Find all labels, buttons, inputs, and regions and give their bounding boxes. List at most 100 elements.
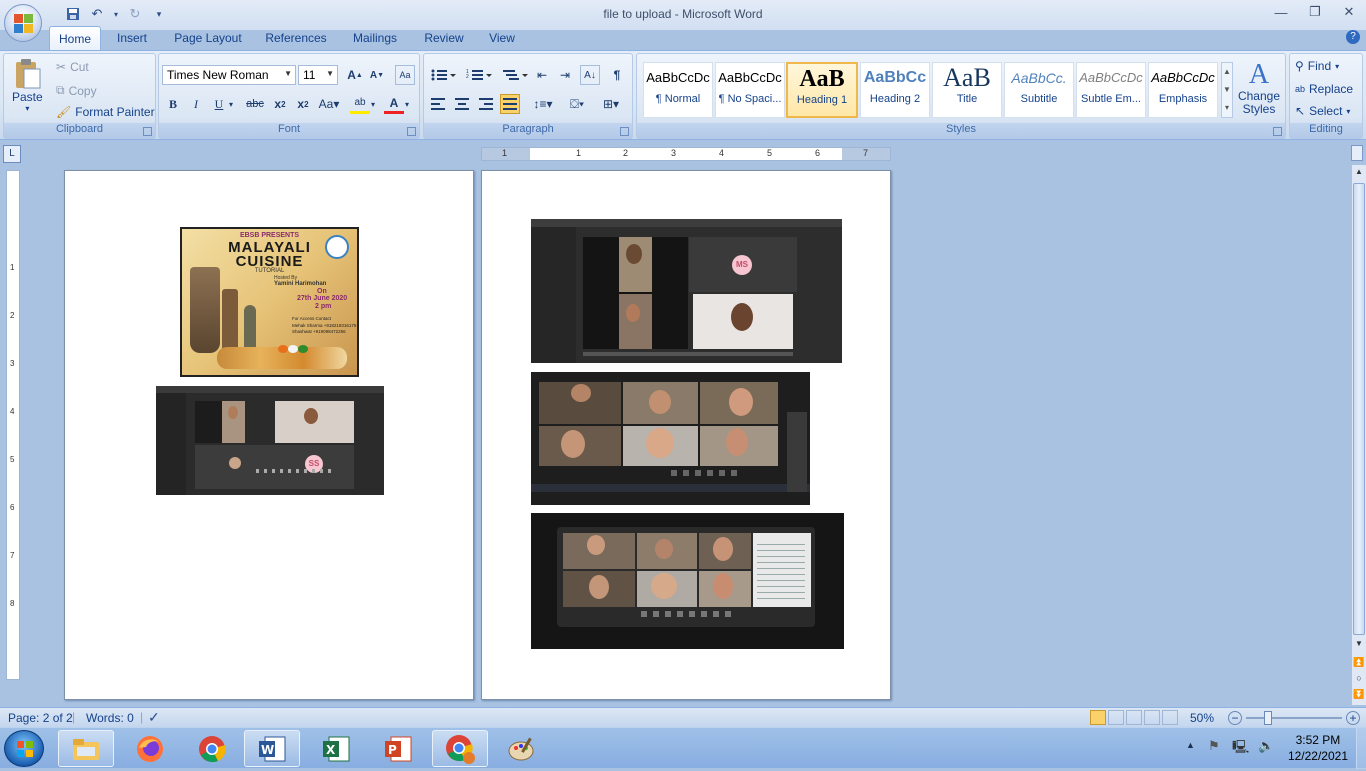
page-count[interactable]: Page: 2 of 2 [8,711,73,725]
format-painter-button[interactable]: 🖌 Format Painter [56,105,155,119]
clipboard-launcher-icon[interactable] [143,127,152,136]
help-icon[interactable]: ? [1346,30,1360,44]
increase-indent-icon[interactable]: ⇥ [555,65,575,85]
scroll-up-icon[interactable]: ▲ [1352,167,1366,181]
justify-icon[interactable] [500,94,520,114]
tab-insert[interactable]: Insert [110,26,154,50]
chrome-profile-taskbar-button[interactable] [432,730,488,767]
word-count[interactable]: Words: 0 [86,711,134,725]
align-center-icon[interactable] [452,94,472,114]
call-photo-2[interactable] [531,513,844,649]
firefox-taskbar-button[interactable] [122,730,178,767]
browse-object-icon[interactable]: ○ [1352,673,1366,687]
web-layout-icon[interactable] [1126,710,1142,725]
line-spacing-icon[interactable]: ↕≡▾ [528,94,558,114]
bullets-icon[interactable] [428,65,458,85]
zoom-slider-thumb[interactable] [1264,711,1272,725]
word-taskbar-button[interactable]: W [244,730,300,767]
shrink-font-icon[interactable]: A ▼ [367,65,387,85]
styles-gallery-scroll[interactable]: ▲ ▼ ▾ [1221,62,1233,118]
cut-button[interactable]: ✂ Cut [56,60,89,74]
poster-image[interactable]: EBSB PRESENTS MALAYALI CUISINE TUTORIAL … [180,227,359,377]
vertical-ruler[interactable]: 1 2 3 4 5 6 7 8 [6,170,20,680]
scroll-down-icon[interactable]: ▼ [1352,639,1366,653]
shading-icon[interactable]: ⛋▾ [562,94,592,114]
styles-launcher-icon[interactable] [1273,127,1282,136]
document-page-1[interactable]: EBSB PRESENTS MALAYALI CUISINE TUTORIAL … [64,170,474,700]
close-button[interactable]: ✕ [1332,0,1366,24]
draft-icon[interactable] [1162,710,1178,725]
superscript-icon[interactable]: x2 [293,94,313,114]
call-screenshot-2[interactable]: MS [531,219,842,363]
highlight-dropdown-icon[interactable]: ▾ [368,94,378,114]
zoom-in-icon[interactable]: + [1346,711,1360,725]
scroll-thumb[interactable] [1353,183,1365,635]
font-family-select[interactable]: Times New Roman ▼ [162,65,296,85]
find-button[interactable]: ⚲ Find ▾ [1295,59,1339,73]
vertical-scrollbar[interactable]: ▲ ▼ ⏫ ○ ⏬ [1352,165,1366,705]
zoom-out-icon[interactable]: − [1228,711,1242,725]
explorer-taskbar-button[interactable] [58,730,114,767]
numbering-icon[interactable]: 12 [464,65,494,85]
subscript-icon[interactable]: x2 [270,94,290,114]
network-icon[interactable]: 🖳 [1232,738,1250,756]
tab-mailings[interactable]: Mailings [346,26,404,50]
document-page-2[interactable]: MS [481,170,891,700]
minimize-button[interactable]: — [1264,0,1298,24]
bold-icon[interactable]: B [163,94,183,114]
show-formatting-icon[interactable]: ¶ [607,65,627,85]
office-button[interactable] [4,4,42,42]
font-size-select[interactable]: 11 ▼ [298,65,338,85]
style-no-spacing[interactable]: AaBbCcDc ¶ No Spaci... [715,62,785,118]
excel-taskbar-button[interactable]: X [308,730,364,767]
clear-formatting-icon[interactable]: Aa [395,65,415,85]
change-styles-button[interactable]: A Change Styles [1237,60,1281,116]
style-subtitle[interactable]: AaBbCc. Subtitle [1004,62,1074,118]
style-subtle-emphasis[interactable]: AaBbCcDc Subtle Em... [1076,62,1146,118]
paste-button[interactable]: Paste ▾ [12,58,43,113]
highlight-icon[interactable]: ab [350,94,370,114]
tab-references[interactable]: References [260,26,332,50]
powerpoint-taskbar-button[interactable]: P [370,730,426,767]
next-page-icon[interactable]: ⏬ [1352,689,1366,703]
align-right-icon[interactable] [476,94,496,114]
tab-home[interactable]: Home [49,26,101,50]
replace-button[interactable]: ab Replace [1295,82,1353,96]
proofing-icon[interactable]: ✓ [148,709,160,726]
font-color-dropdown-icon[interactable]: ▾ [402,94,412,114]
style-emphasis[interactable]: AaBbCcDc Emphasis [1148,62,1218,118]
previous-page-icon[interactable]: ⏫ [1352,657,1366,671]
multilevel-list-icon[interactable] [500,65,530,85]
view-ruler-toggle-icon[interactable] [1351,145,1363,161]
action-center-icon[interactable]: ⚑ [1208,738,1226,756]
font-launcher-icon[interactable] [407,127,416,136]
start-button[interactable] [4,730,44,767]
style-heading-1[interactable]: AaB Heading 1 [786,62,858,118]
full-screen-reading-icon[interactable] [1108,710,1124,725]
italic-icon[interactable]: I [186,94,206,114]
restore-button[interactable]: ❐ [1298,0,1332,24]
volume-icon[interactable]: 🔈 [1258,738,1276,756]
show-hidden-icons-icon[interactable]: ▲ [1186,740,1195,750]
copy-button[interactable]: ⧉ Copy [56,83,97,98]
outline-icon[interactable] [1144,710,1160,725]
style-heading-2[interactable]: AaBbCc Heading 2 [860,62,930,118]
select-button[interactable]: ↖ Select ▾ [1295,104,1350,118]
tab-view[interactable]: View [482,26,522,50]
zoom-slider[interactable] [1246,717,1342,719]
change-case-icon[interactable]: Aa▾ [319,94,340,114]
tab-page-layout[interactable]: Page Layout [170,26,246,50]
paragraph-launcher-icon[interactable] [620,127,629,136]
tab-review[interactable]: Review [418,26,470,50]
decrease-indent-icon[interactable]: ⇤ [532,65,552,85]
paint-taskbar-button[interactable] [494,730,550,767]
sort-icon[interactable]: A↓ [580,65,600,85]
underline-dropdown-icon[interactable]: ▾ [226,94,236,114]
call-screenshot-1[interactable]: SS [156,386,384,495]
style-title[interactable]: AaB Title [932,62,1002,118]
tab-selector-button[interactable]: L [3,145,21,163]
borders-icon[interactable]: ⊞▾ [596,94,626,114]
grow-font-icon[interactable]: A ▲ [345,65,365,85]
strikethrough-icon[interactable]: abc [245,94,265,114]
horizontal-ruler[interactable]: 1 1 2 3 4 5 6 7 [481,147,891,161]
